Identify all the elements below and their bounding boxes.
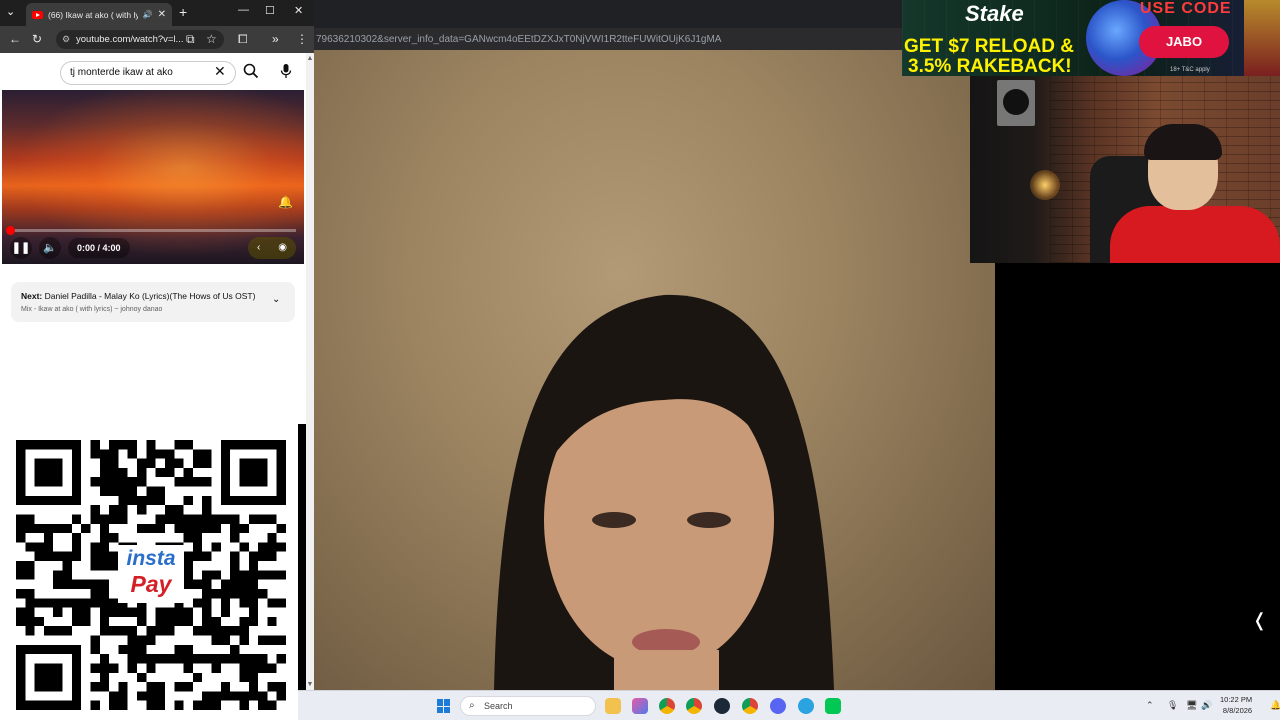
ad-promo-code: JABO — [1139, 26, 1229, 58]
ad-decoration — [1244, 0, 1280, 76]
tab-strip: ⌄ (66) Ikaw at ako ( with lyric 🔊 ✕ + — … — [0, 0, 314, 26]
address-bar[interactable]: youtube.com/watch?v=l... — [56, 30, 224, 49]
chrome-alt-icon[interactable] — [742, 698, 758, 714]
site-info-icon[interactable]: ⚙ — [62, 34, 72, 44]
video-call-main-feed — [314, 50, 995, 690]
taskbar-clock[interactable]: 10:22 PM 8/8/2026 — [1220, 694, 1252, 716]
browser-toolbar: ← ↻ youtube.com/watch?v=l... ⚙ ⧉ ☆ ⧠ » ⋮ — [0, 26, 314, 53]
up-next-label: Next: — [21, 291, 43, 301]
telegram-icon[interactable] — [798, 698, 814, 714]
volume-icon[interactable]: 🔈 — [39, 237, 61, 259]
scroll-down-icon[interactable]: ▼ — [306, 681, 314, 688]
bookmark-star-icon[interactable]: ☆ — [206, 32, 217, 46]
progress-bar[interactable] — [10, 229, 296, 232]
copilot-icon[interactable] — [632, 698, 648, 714]
menu-kebab-icon[interactable]: ⋮ — [296, 32, 308, 46]
instapay-logo-bottom: Pay — [130, 571, 172, 597]
clock-date: 8/8/2026 — [1222, 706, 1253, 715]
back-icon[interactable]: ← — [9, 32, 21, 46]
instapay-logo-top: insta — [126, 547, 176, 570]
microphone-icon[interactable] — [280, 63, 292, 79]
tray-chevron-icon[interactable]: ⌃ — [1146, 700, 1154, 711]
time-display: 0:00 / 4:00 — [68, 238, 130, 258]
ad-use-code-label: USE CODE — [1140, 0, 1232, 17]
page-scrollbar[interactable] — [306, 53, 314, 690]
ad-headline-1: GET $7 RELOAD & — [904, 36, 1074, 57]
stake-ad-banner[interactable]: Stake GET $7 RELOAD & 3.5% RAKEBACK! USE… — [902, 0, 1280, 76]
youtube-page: tj monterde ikaw at ako ✕ 🔔 ❚❚ 🔈 0:00 / … — [0, 53, 306, 424]
more-tools-icon[interactable]: » — [272, 32, 279, 46]
up-next-card[interactable]: Next: Daniel Padilla - Malay Ko (Lyrics)… — [11, 282, 295, 322]
youtube-favicon-icon — [32, 10, 43, 19]
pause-button[interactable]: ❚❚ — [10, 237, 32, 259]
discord-icon[interactable] — [770, 698, 786, 714]
chevron-down-icon[interactable]: ⌄ — [272, 294, 280, 305]
network-icon[interactable]: 🖥 — [1186, 700, 1197, 711]
search-icon: ⌕ — [469, 700, 475, 711]
autoplay-icon[interactable]: ◉ — [278, 237, 287, 259]
tab-youtube[interactable]: (66) Ikaw at ako ( with lyric 🔊 ✕ — [26, 3, 172, 26]
microphone-tray-icon[interactable]: 🎙 — [1167, 700, 1178, 711]
video-player[interactable]: 🔔 ❚❚ 🔈 0:00 / 4:00 ‹ ◉ — [2, 90, 304, 264]
tab-search-icon[interactable]: ⌄ — [6, 5, 15, 18]
cast-icon[interactable]: ⧉ — [186, 32, 195, 47]
chrome-icon[interactable] — [659, 698, 675, 714]
up-next-video: Daniel Padilla - Malay Ko (Lyrics)(The H… — [42, 291, 256, 301]
vinyl-record-decor — [997, 80, 1035, 126]
taskbar-search[interactable]: ⌕ Search — [460, 696, 596, 716]
ad-terms: 18+ T&C apply — [1170, 67, 1210, 73]
windows-taskbar: ⌕ Search ⌃ 🎙 🖥 🔊 10:22 PM 8/8/2026 🔔 — [298, 690, 1280, 720]
desktop-screen: 79636210302&server_info_data=GANwcm4oEEt… — [0, 0, 1280, 720]
participant-video — [494, 294, 834, 690]
extensions-icon[interactable]: ⧠ — [238, 32, 248, 47]
chevron-left-icon[interactable]: ❬ — [1252, 610, 1267, 631]
file-explorer-icon[interactable] — [605, 698, 621, 714]
mix-title: Mix - Ikaw at ako ( with lyrics) ~ johno… — [21, 306, 163, 313]
scroll-up-icon[interactable]: ▲ — [306, 55, 314, 62]
bell-icon[interactable]: 🔔 — [278, 195, 293, 209]
scrubber-handle[interactable] — [6, 226, 15, 235]
clock-time: 10:22 PM — [1220, 695, 1253, 704]
steam-icon[interactable] — [714, 698, 730, 714]
ad-headline-2: 3.5% RAKEBACK! — [908, 56, 1072, 76]
audio-playing-icon[interactable]: 🔊 — [143, 10, 153, 19]
new-tab-icon[interactable]: + — [179, 4, 187, 20]
streamer-hair — [1144, 124, 1222, 160]
maximize-icon[interactable]: ☐ — [265, 4, 275, 17]
lamp-light — [1030, 170, 1060, 200]
minimize-icon[interactable]: — — [238, 4, 249, 16]
close-tab-icon[interactable]: ✕ — [158, 9, 166, 20]
chevron-left-icon[interactable]: ‹ — [257, 237, 260, 259]
player-controls-right[interactable]: ‹ ◉ — [248, 237, 296, 259]
background-browser-tabstrip — [314, 0, 902, 28]
streamer-shirt — [1110, 206, 1280, 263]
chrome-profile-icon[interactable] — [686, 698, 702, 714]
empty-video-tile — [995, 263, 1280, 690]
search-input[interactable]: tj monterde ikaw at ako — [60, 61, 236, 85]
close-window-icon[interactable]: ✕ — [294, 4, 303, 17]
windows-start-icon[interactable] — [437, 699, 451, 713]
app-icon[interactable] — [825, 698, 841, 714]
tab-title: (66) Ikaw at ako ( with lyric — [48, 9, 138, 20]
instapay-logo: insta Pay — [118, 545, 184, 603]
browser-window: ⌄ (66) Ikaw at ako ( with lyric 🔊 ✕ + — … — [0, 0, 314, 424]
clear-search-icon[interactable]: ✕ — [214, 63, 226, 80]
reload-icon[interactable]: ↻ — [32, 32, 42, 46]
ad-brand: Stake — [965, 1, 1024, 26]
search-icon[interactable] — [243, 63, 259, 79]
taskbar-search-label: Search — [484, 701, 513, 711]
background-browser-url[interactable]: 79636210302&server_info_data=GANwcm4oEEt… — [314, 28, 902, 52]
streamer-webcam — [970, 76, 1280, 263]
volume-tray-icon[interactable]: 🔊 — [1201, 700, 1212, 711]
up-next-title: Next: Daniel Padilla - Malay Ko (Lyrics)… — [21, 291, 255, 301]
notification-bell-icon[interactable]: 🔔 — [1270, 700, 1280, 711]
